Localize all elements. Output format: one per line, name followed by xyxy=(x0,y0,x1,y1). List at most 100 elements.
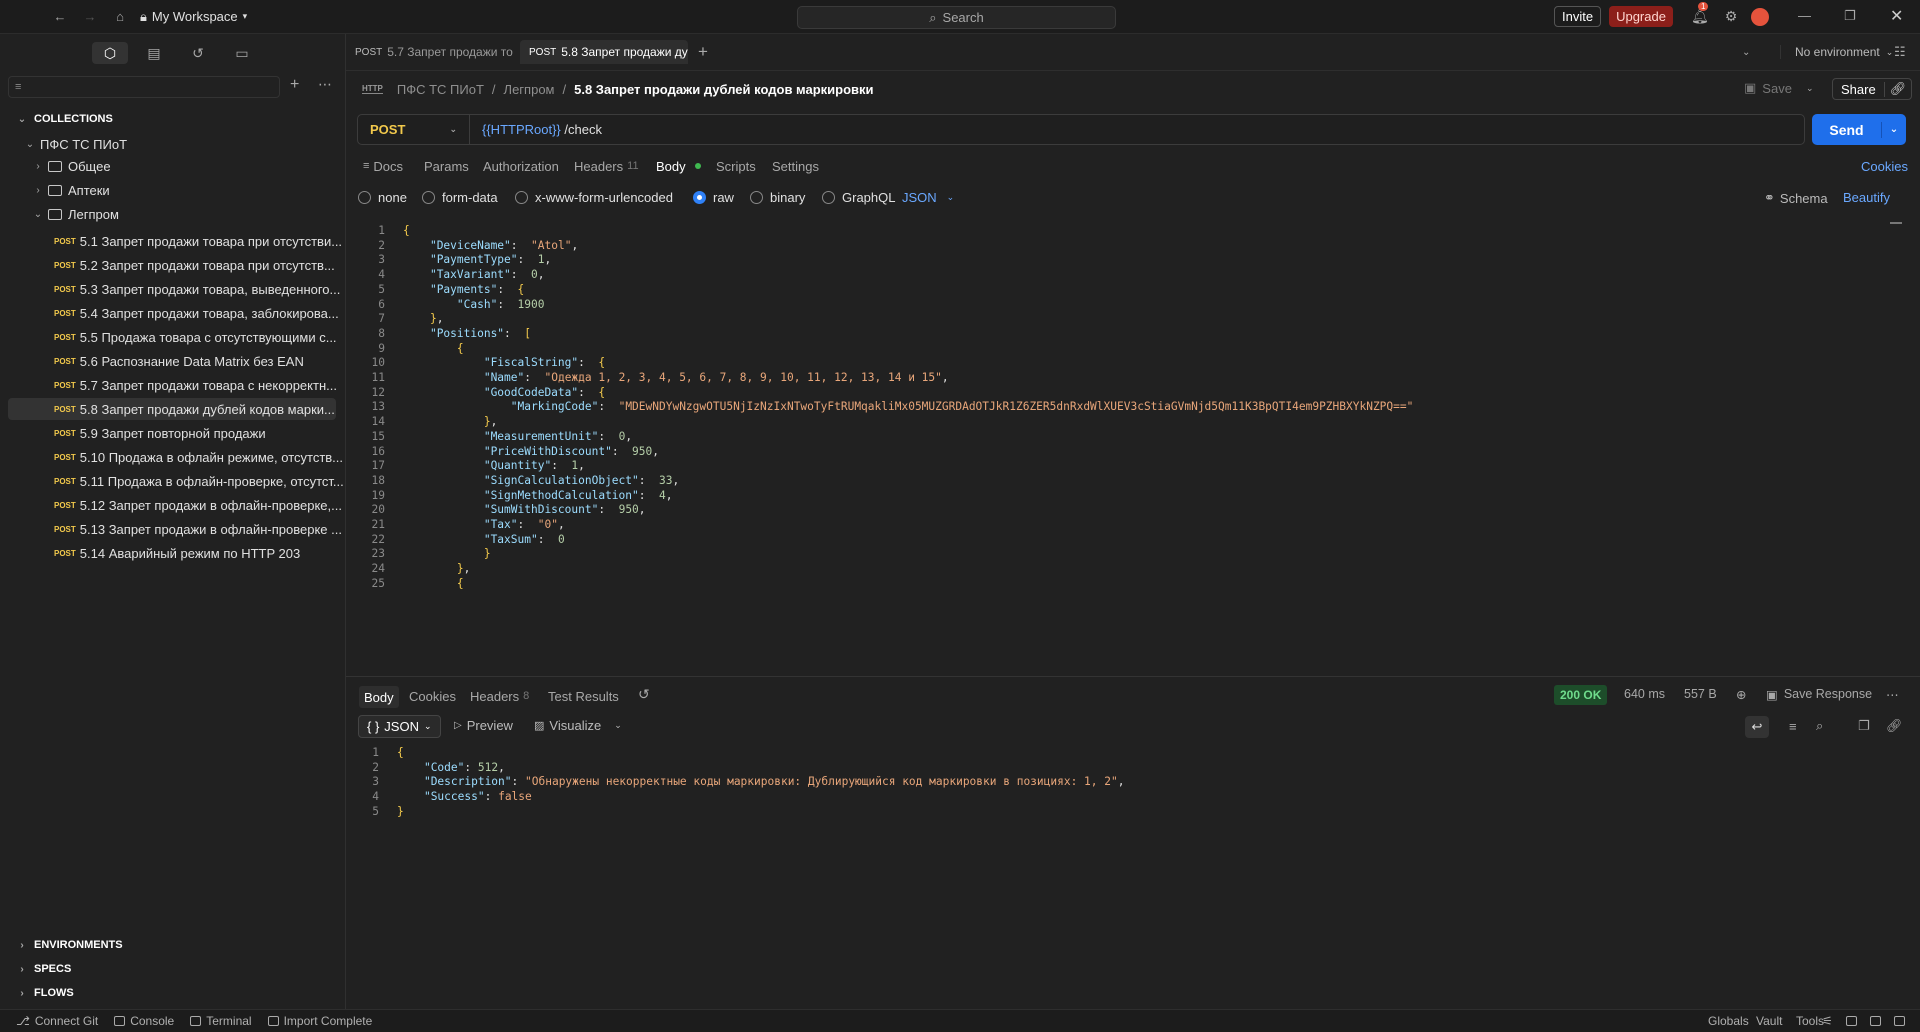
environment-quicklook-icon[interactable]: ☷ xyxy=(1894,44,1906,60)
breadcrumb-collection[interactable]: ПФС ТС ПИоТ xyxy=(397,82,484,97)
environment-selector[interactable]: No environment ⌄ xyxy=(1780,45,1893,59)
response-tab-test-results[interactable]: Test Results xyxy=(548,686,619,706)
search-input[interactable]: ⌕ Search xyxy=(797,6,1116,29)
sidebar-request-item[interactable]: POST 5.2 Запрет продажи товара при отсутс… xyxy=(0,254,340,276)
forward-icon[interactable]: → xyxy=(80,7,100,27)
environments-header[interactable]: › ENVIRONMENTS xyxy=(16,939,122,951)
body-option-form-data[interactable]: form-data xyxy=(422,190,498,205)
more-icon[interactable]: ⋯ xyxy=(318,76,332,93)
response-tab-cookies[interactable]: Cookies xyxy=(409,686,456,706)
import-status[interactable]: Import Complete xyxy=(267,1014,372,1028)
tab-scripts[interactable]: Scripts xyxy=(716,156,756,176)
invite-button[interactable]: Invite xyxy=(1554,6,1602,27)
environments-tab-icon[interactable]: ▤ xyxy=(136,42,172,64)
settings-sliders-icon[interactable]: ⚟ xyxy=(1822,1014,1833,1028)
sidebar-folder[interactable]: › Общее xyxy=(0,155,340,177)
save-button[interactable]: ▣ Save ⌄ xyxy=(1744,80,1813,96)
layout-bottom-icon[interactable] xyxy=(1870,1016,1881,1026)
globals-button[interactable]: Globals xyxy=(1708,1014,1749,1028)
back-icon[interactable]: ← xyxy=(50,7,70,27)
link-icon[interactable]: 🔗︎ xyxy=(1886,718,1903,734)
tab-docs[interactable]: ≡ Docs xyxy=(363,156,403,176)
sidebar-request-item[interactable]: POST 5.9 Запрет повторной продажи xyxy=(0,422,340,444)
save-response-button[interactable]: ▣ Save Response xyxy=(1766,687,1872,702)
wrap-lines-icon[interactable]: ↩ xyxy=(1745,716,1769,738)
tabs-dropdown-icon[interactable]: ⌄ xyxy=(1742,47,1750,58)
sidebar-request-item[interactable]: POST 5.12 Запрет продажи в офлайн-проверк… xyxy=(0,494,342,516)
bell-icon[interactable]: 🔔︎ 1 xyxy=(1691,2,1709,25)
preview-button[interactable]: ▷ Preview xyxy=(454,718,513,733)
body-option-none[interactable]: none xyxy=(358,190,407,205)
response-divider[interactable] xyxy=(346,676,1920,677)
close-icon[interactable]: ✕ xyxy=(1890,6,1903,26)
search-icon[interactable]: ⌕ xyxy=(1816,718,1823,734)
response-body-viewer[interactable]: 1{2 "Code": 512, 3 "Description": "Обнару… xyxy=(357,744,1902,844)
editor-scrollbar[interactable] xyxy=(1890,222,1902,224)
url-input[interactable]: {{HTTPRoot}} /check xyxy=(470,122,602,137)
connect-git-button[interactable]: ⎇ Connect Git xyxy=(16,1014,98,1028)
more-icon[interactable]: ⋯ xyxy=(1886,687,1899,702)
breadcrumb-folder[interactable]: Легпром xyxy=(504,82,555,97)
body-option-graphql[interactable]: GraphQL xyxy=(822,190,895,205)
sidebar-folder[interactable]: ⌄ Легпром xyxy=(0,203,340,225)
request-tab-active[interactable]: POST 5.8 Запрет продажи ду xyxy=(520,40,688,64)
sidebar-request-item[interactable]: POST 5.8 Запрет продажи дублей кодов марк… xyxy=(8,398,336,420)
page-title[interactable]: 5.8 Запрет продажи дублей кодов маркиров… xyxy=(574,82,873,97)
avatar[interactable] xyxy=(1751,7,1770,26)
layout-right-icon[interactable] xyxy=(1894,1016,1905,1026)
globe-icon[interactable]: ⊕ xyxy=(1736,687,1746,702)
body-option-urlencoded[interactable]: x-www-form-urlencoded xyxy=(515,190,673,205)
beautify-button[interactable]: Beautify xyxy=(1843,190,1890,205)
sidebar-request-item[interactable]: POST 5.14 Аварийный режим по HTTP 203 xyxy=(0,542,340,564)
sidebar-request-item[interactable]: POST 5.1 Запрет продажи товара при отсутс… xyxy=(0,230,342,252)
body-format-select[interactable]: JSON ⌄ xyxy=(902,190,954,205)
tools-button[interactable]: Tools xyxy=(1796,1014,1824,1028)
schema-button[interactable]: ⚭ Schema xyxy=(1764,190,1828,206)
cookies-link[interactable]: Cookies xyxy=(1861,156,1908,176)
sidebar-request-item[interactable]: POST 5.7 Запрет продажи товара с некоррек… xyxy=(0,374,340,396)
tab-headers[interactable]: Headers 11 xyxy=(574,156,639,176)
response-tab-headers[interactable]: Headers 8 xyxy=(470,686,529,706)
method-select[interactable]: POST ⌄ xyxy=(358,115,470,144)
response-time[interactable]: 640 ms xyxy=(1624,687,1665,701)
request-body-editor[interactable]: 1{2 "DeviceName": "Atol", 3 "PaymentType"… xyxy=(357,222,1902,672)
home-icon[interactable]: ⌂ xyxy=(110,7,130,27)
send-button[interactable]: Send ⌄ xyxy=(1812,114,1906,145)
vault-button[interactable]: Vault xyxy=(1756,1014,1782,1028)
collection-root[interactable]: ⌄ ПФС ТС ПИоТ xyxy=(0,133,340,155)
link-icon[interactable]: 🔗︎ xyxy=(1885,81,1912,97)
response-format-select[interactable]: { } JSON ⌄ xyxy=(358,715,441,738)
sidebar-request-item[interactable]: POST 5.4 Запрет продажи товара, заблокиро… xyxy=(0,302,340,324)
sidebar-request-item[interactable]: POST 5.10 Продажа в офлайн режиме, отсутс… xyxy=(0,446,343,468)
share-button[interactable]: Share 🔗︎ xyxy=(1832,78,1913,100)
response-size[interactable]: 557 B xyxy=(1684,687,1717,701)
status-badge[interactable]: 200 OK xyxy=(1554,685,1608,705)
tab-body[interactable]: Body xyxy=(656,156,701,176)
request-tab[interactable]: POST 5.7 Запрет продажи то xyxy=(346,40,516,64)
layout-left-icon[interactable] xyxy=(1846,1016,1857,1026)
filter-icon[interactable]: ≡ xyxy=(1789,719,1797,734)
sidebar-filter-input[interactable]: ≡ xyxy=(8,76,280,98)
restore-icon[interactable]: ❐ xyxy=(1844,8,1856,24)
sidebar-folder[interactable]: › Аптеки xyxy=(0,179,340,201)
specs-header[interactable]: › SPECS xyxy=(16,963,71,975)
collections-header[interactable]: ⌄ COLLECTIONS xyxy=(16,113,113,125)
sidebar-request-item[interactable]: POST 5.13 Запрет продажи в офлайн-проверк… xyxy=(0,518,342,540)
terminal-button[interactable]: Terminal xyxy=(190,1014,252,1028)
body-option-binary[interactable]: binary xyxy=(750,190,805,205)
tab-params[interactable]: Params xyxy=(424,156,469,176)
sidebar-request-item[interactable]: POST 5.6 Распознание Data Matrix без EAN xyxy=(0,350,340,372)
history-icon[interactable]: ↺ xyxy=(638,686,650,703)
sidebar-request-item[interactable]: POST 5.5 Продажа товара с отсутствующими … xyxy=(0,326,340,348)
add-icon[interactable]: + xyxy=(290,76,299,94)
tab-settings[interactable]: Settings xyxy=(772,156,819,176)
visualize-button[interactable]: ▨ Visualize ⌄ xyxy=(534,718,622,733)
history-tab-icon[interactable]: ↺ xyxy=(180,42,216,64)
tab-authorization[interactable]: Authorization xyxy=(483,156,559,176)
console-button[interactable]: Console xyxy=(114,1014,174,1028)
workspace-switcher[interactable]: 🔒︎ My Workspace ▾ xyxy=(140,9,247,25)
body-option-raw[interactable]: raw xyxy=(693,190,734,205)
gear-icon[interactable]: ⚙ xyxy=(1725,8,1738,25)
sidebar-request-item[interactable]: POST 5.3 Запрет продажи товара, выведенно… xyxy=(0,278,340,300)
sidebar-request-item[interactable]: POST 5.11 Продажа в офлайн-проверке, отсу… xyxy=(0,470,344,492)
